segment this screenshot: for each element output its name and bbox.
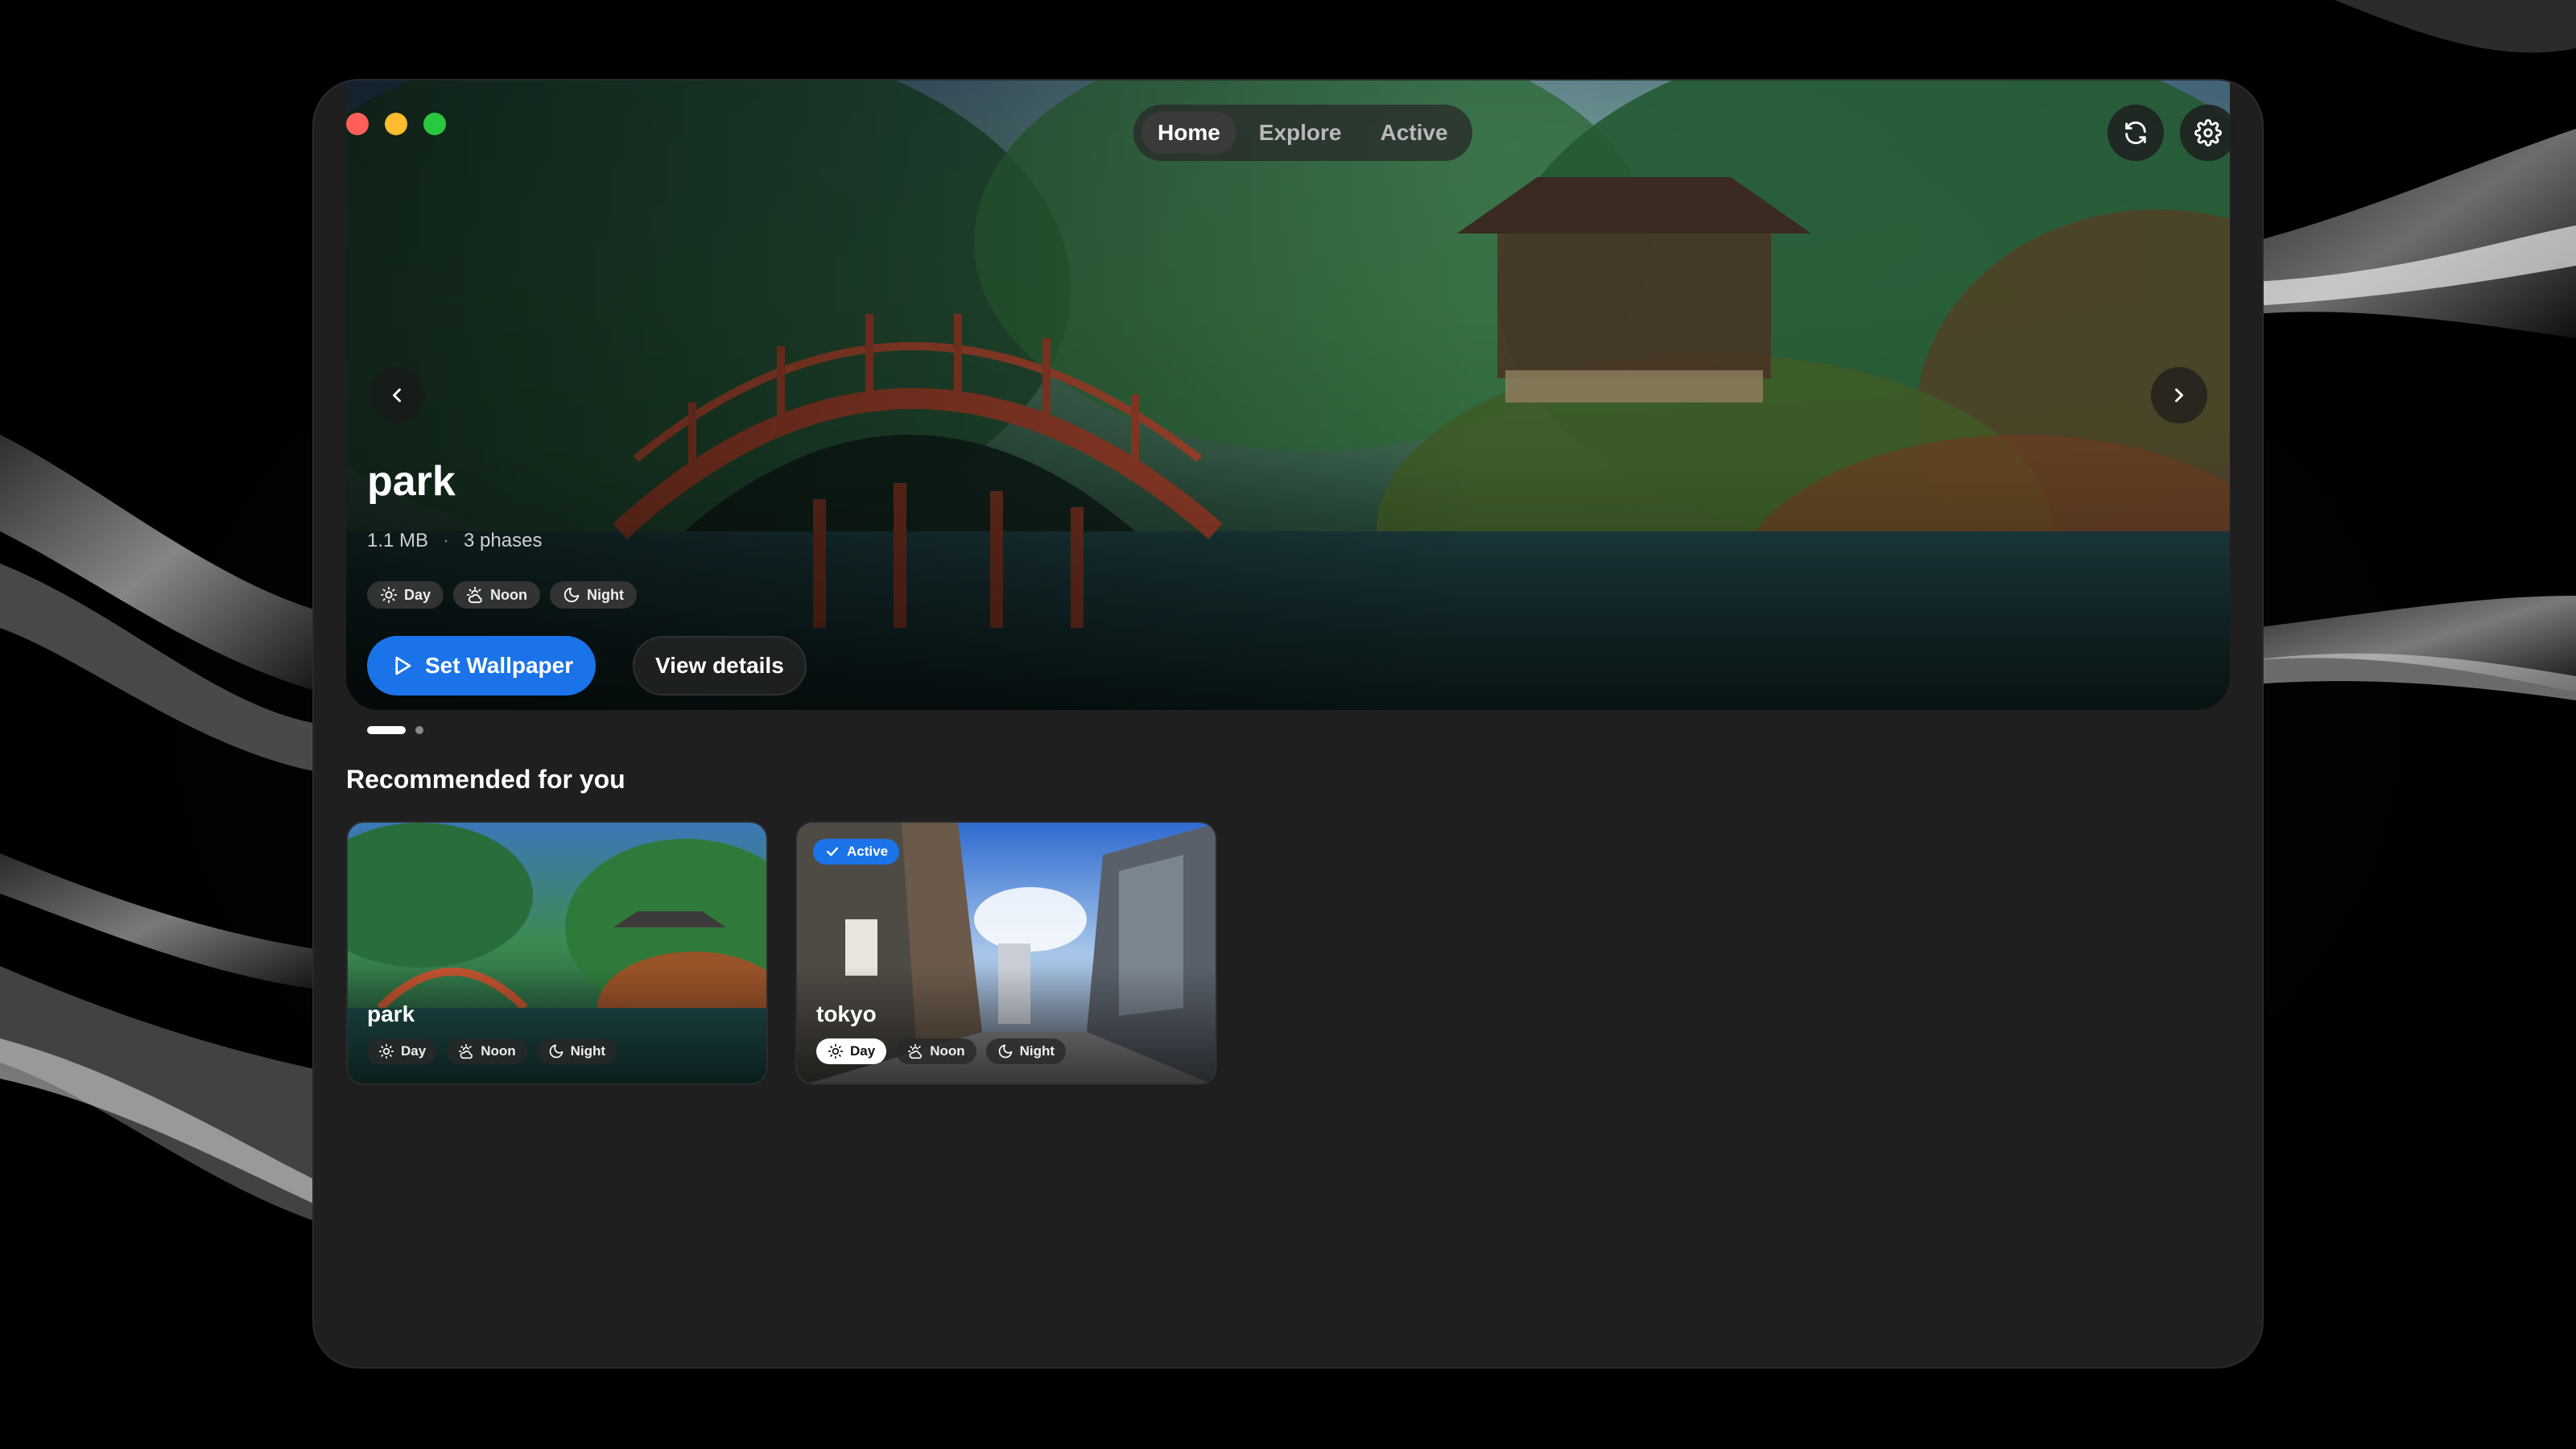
- hero-overlay: [346, 80, 2230, 710]
- app-window: Home Explore Active park 1.1 MB · 3 phas…: [314, 80, 2262, 1367]
- section-title-recommended: Recommended for you: [346, 765, 625, 794]
- phase-chip-label: Noon: [490, 586, 528, 603]
- card-title: tokyo: [816, 1001, 877, 1026]
- zoom-window-button[interactable]: [423, 113, 446, 135]
- hero-meta: 1.1 MB · 3 phases: [367, 530, 542, 552]
- carousel-dots: [367, 726, 423, 734]
- phase-chip-night[interactable]: Night: [985, 1038, 1067, 1064]
- refresh-button[interactable]: [2107, 105, 2164, 161]
- phase-chip-night: Night: [550, 581, 637, 609]
- phase-chip-label: Day: [404, 586, 431, 603]
- carousel-dot[interactable]: [415, 726, 423, 734]
- moon-icon: [998, 1044, 1012, 1059]
- sun-cloud-icon: [459, 1043, 473, 1059]
- card-title: park: [367, 1001, 415, 1026]
- card-phase-chips: Day Noon Night: [367, 1038, 617, 1064]
- phase-chip-night[interactable]: Night: [536, 1038, 617, 1064]
- phase-chip-day: Day: [367, 581, 444, 609]
- sun-cloud-icon: [908, 1043, 923, 1059]
- refresh-icon: [2125, 121, 2146, 145]
- phase-chip-noon: Noon: [453, 581, 541, 609]
- phase-chip-label: Noon: [481, 1043, 516, 1059]
- hero-banner: [346, 80, 2230, 710]
- sun-icon: [380, 586, 398, 604]
- phase-chip-noon[interactable]: Noon: [896, 1038, 976, 1064]
- minimize-window-button[interactable]: [385, 113, 407, 135]
- meta-separator: ·: [443, 530, 450, 551]
- hero-next-button[interactable]: [2151, 367, 2207, 423]
- hero-phase-chips: Day Noon Night: [367, 581, 637, 609]
- phase-chip-label: Noon: [930, 1043, 965, 1059]
- phase-chip-label: Night: [587, 586, 624, 603]
- sun-icon: [378, 1043, 394, 1059]
- phase-chip-noon[interactable]: Noon: [447, 1038, 527, 1064]
- phase-chip-label: Day: [850, 1043, 876, 1059]
- chevron-right-icon: [2175, 388, 2183, 402]
- sun-cloud-icon: [466, 586, 482, 604]
- hero-prev-button[interactable]: [369, 367, 425, 423]
- hero-file-size: 1.1 MB: [367, 530, 429, 551]
- view-details-button[interactable]: View details: [633, 636, 807, 696]
- phase-chip-day[interactable]: Day: [816, 1038, 887, 1064]
- play-icon: [395, 656, 411, 675]
- phase-chip-label: Night: [1019, 1043, 1055, 1059]
- wallpaper-card-tokyo[interactable]: Active tokyo Day Noon Night: [795, 821, 1217, 1085]
- window-controls: [346, 113, 446, 135]
- moon-icon: [564, 587, 580, 603]
- gear-icon: [2194, 119, 2222, 147]
- tab-home[interactable]: Home: [1141, 112, 1236, 154]
- moon-icon: [549, 1044, 563, 1059]
- wallpaper-card-park[interactable]: park Day Noon Night: [346, 821, 768, 1085]
- set-wallpaper-button[interactable]: Set Wallpaper: [367, 636, 597, 696]
- settings-button[interactable]: [2180, 105, 2236, 161]
- sun-icon: [828, 1043, 844, 1059]
- close-window-button[interactable]: [346, 113, 369, 135]
- set-wallpaper-label: Set Wallpaper: [425, 653, 574, 678]
- card-phase-chips: Day Noon Night: [816, 1038, 1067, 1064]
- active-badge: Active: [813, 839, 900, 865]
- phase-chip-label: Day: [401, 1043, 427, 1059]
- phase-chip-day[interactable]: Day: [367, 1038, 438, 1064]
- carousel-dot-active[interactable]: [367, 726, 406, 734]
- top-nav-tabs: Home Explore Active: [1133, 105, 1472, 161]
- view-details-label: View details: [655, 653, 784, 678]
- tab-active[interactable]: Active: [1364, 112, 1464, 154]
- hero-title: park: [367, 458, 456, 505]
- chevron-left-icon: [393, 388, 401, 402]
- tab-explore[interactable]: Explore: [1243, 112, 1358, 154]
- hero-phase-count: 3 phases: [464, 530, 543, 551]
- active-badge-label: Active: [847, 844, 889, 859]
- check-icon: [826, 847, 839, 857]
- phase-chip-label: Night: [570, 1043, 606, 1059]
